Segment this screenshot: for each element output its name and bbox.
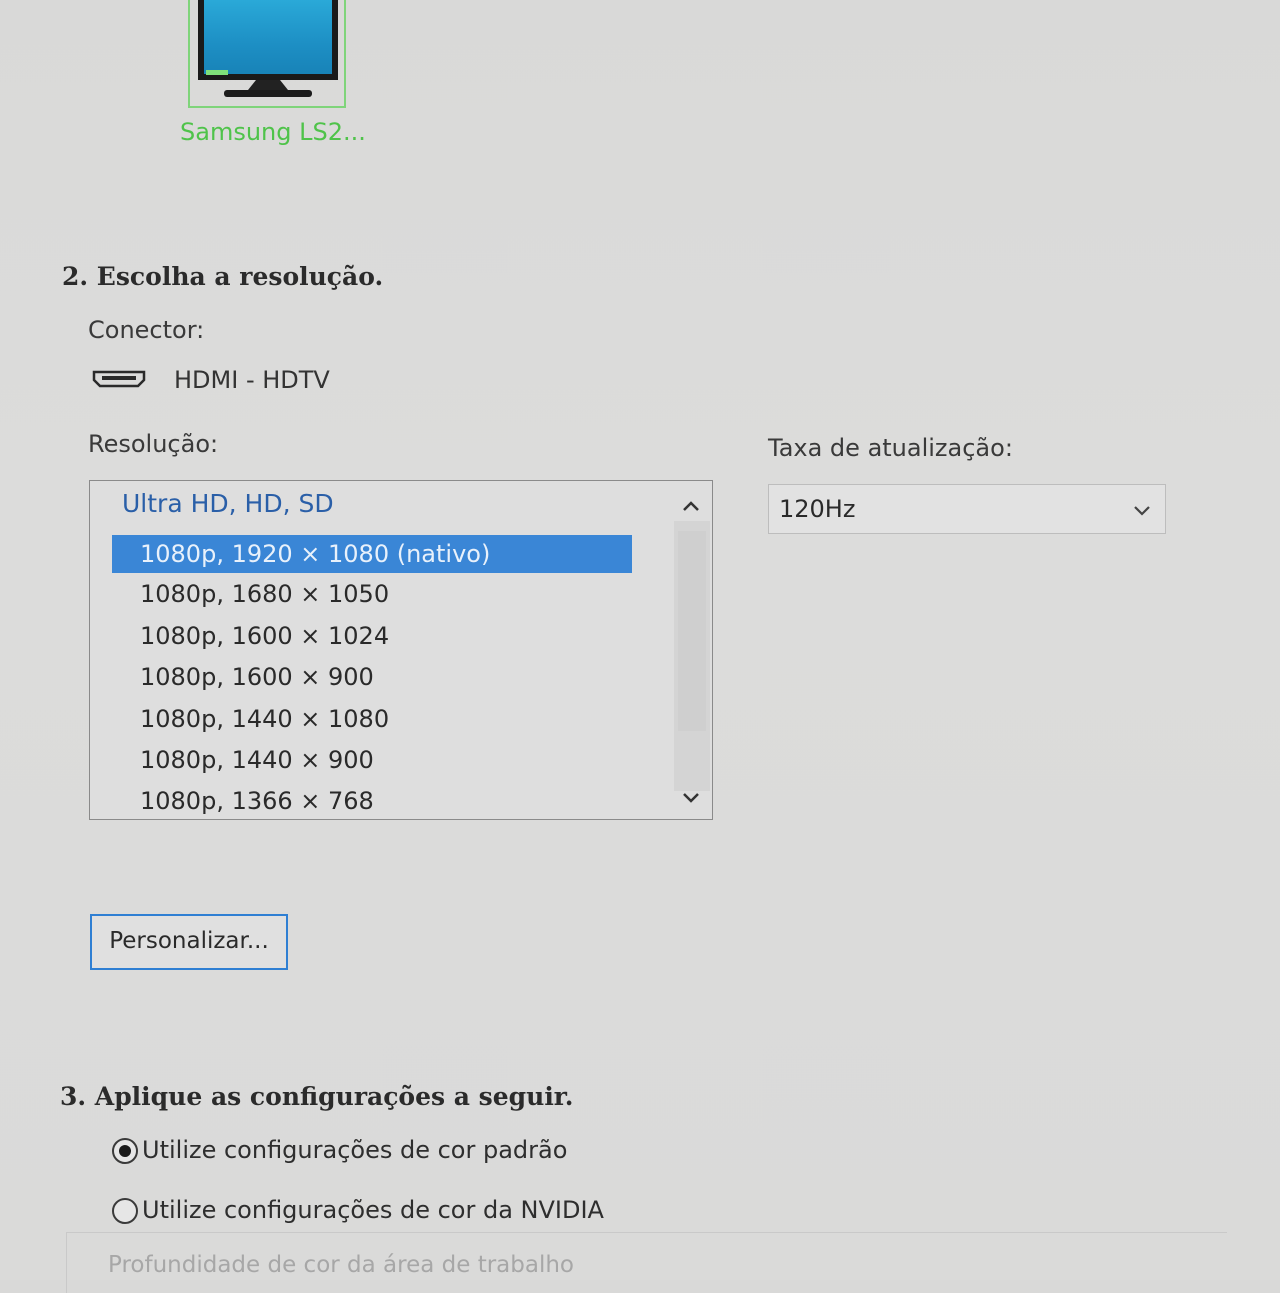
customize-button[interactable]: Personalizar... [90,914,288,970]
section-title-color-settings: 3. Aplique as configurações a seguir. [60,1082,574,1111]
radio-nvidia-label: Utilize configurações de cor da NVIDIA [142,1196,604,1224]
connector-label: Conector: [88,316,205,344]
resolution-option[interactable]: 1080p, 1680 × 1050 [112,575,632,613]
radio-button-unchecked[interactable] [112,1198,138,1224]
resolution-group-header: Ultra HD, HD, SD [122,489,334,518]
monitor-base [224,90,312,97]
connector-value: HDMI - HDTV [174,366,330,394]
refresh-rate-label: Taxa de atualização: [768,434,1013,462]
resolution-option[interactable]: 1080p, 1440 × 900 [112,741,632,779]
refresh-rate-select[interactable]: 120Hz [768,484,1166,534]
resolution-option[interactable]: 1080p, 1600 × 1024 [112,617,632,655]
color-depth-label: Profundidade de cor da área de trabalho [108,1252,574,1278]
radio-button-checked[interactable] [112,1138,138,1164]
monitor-icon [198,0,338,80]
chevron-up-icon[interactable] [676,493,706,519]
chevron-down-icon [1134,506,1150,516]
resolution-option[interactable]: 1080p, 1600 × 900 [112,658,632,696]
chevron-down-icon[interactable] [676,785,706,811]
resolution-option[interactable]: 1080p, 1366 × 768 [112,782,632,819]
radio-default-label: Utilize configurações de cor padrão [142,1136,568,1164]
refresh-rate-value: 120Hz [779,495,856,523]
hdmi-icon [92,370,146,388]
resolution-option[interactable]: 1080p, 1920 × 1080 (nativo) [112,535,632,573]
monitor-status-led [206,70,228,75]
display-label[interactable]: Samsung LS2... [180,118,366,146]
resolution-option[interactable]: 1080p, 1440 × 1080 [112,700,632,738]
radio-default-color[interactable]: Utilize configurações de cor padrão [112,1136,567,1164]
section-title-resolution: 2. Escolha a resolução. [62,262,384,291]
scrollbar-thumb[interactable] [678,531,706,731]
resolution-label: Resolução: [88,430,219,458]
radio-nvidia-color[interactable]: Utilize configurações de cor da NVIDIA [112,1196,604,1224]
resolution-listbox[interactable]: Ultra HD, HD, SD 1080p, 1920 × 1080 (nat… [89,480,713,820]
